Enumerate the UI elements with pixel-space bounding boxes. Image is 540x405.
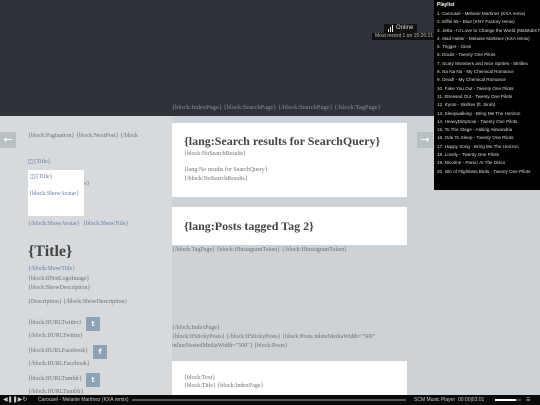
playlist-item[interactable]: 11. Stressed Out - Twenty One Pilots: [434, 93, 540, 101]
play-pause-icon[interactable]: ❚❚: [8, 397, 18, 403]
signal-icon: [388, 25, 393, 32]
logo-image-block: {block:IfNotLogoImage}: [28, 276, 90, 282]
title-image-broken: ◫{Title}: [28, 159, 51, 165]
playlist-item[interactable]: 5. Trigger - Gioni: [434, 43, 540, 51]
facebook-icon[interactable]: f: [93, 345, 107, 359]
playlist-item[interactable]: 9. Dead! - My Chemical Romance: [434, 76, 540, 84]
tag-card: {lang:Posts tagged Tag 2}: [172, 207, 407, 245]
no-results-end: {/block:NoSearchResults}: [184, 176, 248, 182]
pagination-text[interactable]: {block:Pagination} {block:NextPost} {/bl…: [28, 133, 138, 139]
playlist-item[interactable]: 10. Fake You Out - Twenty One Pilots: [434, 85, 540, 93]
twitter-icon[interactable]: t: [86, 317, 100, 331]
twitter-block-close: {/block:IfURLTwitter}: [28, 333, 84, 339]
playlist-item[interactable]: 17. Happy Song - Bring Me The Horizon: [434, 143, 540, 151]
playlist-item[interactable]: 19. Nicotine - Panic! At The Disco: [434, 159, 540, 167]
player-controls[interactable]: ◀❚❚▶↻: [3, 396, 27, 403]
tag-page-line: {/block:TagPage} {block:IfInstagramToken…: [172, 247, 347, 253]
playlist-item[interactable]: 16. Ode To Sleep - Twenty One Pilots: [434, 134, 540, 142]
post-title-block: {block:Title} {block:IndexPage}: [184, 383, 264, 389]
index-block-line1: {/block:IndexPage}: [172, 325, 220, 331]
repeat-icon[interactable]: ↻: [22, 397, 27, 403]
tumblr-block-open: {block:IfURLTumblr}: [28, 376, 82, 382]
post-text-block: {block:Text}: [184, 375, 216, 381]
playlist-panel: Playlist 1. Carousel - Melanie Martinez …: [434, 0, 540, 190]
blog-title[interactable]: {Title}: [28, 243, 72, 261]
player-brand[interactable]: SCM Music Player: [414, 397, 455, 403]
search-results-heading: {lang:Search results for SearchQuery}: [184, 134, 381, 148]
facebook-block-open: {block:IfURLFacebook}: [28, 348, 89, 354]
playlist-item[interactable]: 7. Scary Monsters and Nice Sprites - Skr…: [434, 60, 540, 68]
show-avatar-end: {/block:ShowAvatar} {block:ShowTitle}: [28, 221, 129, 227]
track-time: 00:00|03:01: [458, 397, 485, 403]
online-label: Online: [396, 25, 414, 31]
playlist-item[interactable]: 1. Carousel - Melanie Martinez (KXA remi…: [434, 10, 540, 18]
playlist-item[interactable]: 4. Mad Hatter - Melanie Martinez (KXA re…: [434, 35, 540, 43]
playlist-item[interactable]: 13. Sleepwalking - Bring Me The Horizon: [434, 110, 540, 118]
show-title-close: {/block:ShowTitle}: [28, 266, 76, 272]
playlist-item[interactable]: 6. Doubt - Twenty One Pilots: [434, 51, 540, 59]
prev-page-arrow-icon[interactable]: ←: [0, 132, 16, 148]
left-sidebar: [0, 116, 172, 398]
playlist-item[interactable]: 8. Na Na Na - My Chemical Romance: [434, 68, 540, 76]
playlist-item[interactable]: 3. Jetta - I'd Love to Change the World …: [434, 27, 540, 35]
overlap-label: e}: [84, 181, 90, 187]
volume-slider[interactable]: [495, 399, 521, 401]
volume-fill: [495, 399, 516, 401]
playlist-heading: Playlist: [437, 2, 455, 8]
music-player-bar: ◀❚❚▶↻ Carousel - Melanie Martinez (KXA r…: [0, 395, 540, 405]
twitter-block-open: {block:IfURLTwitter}: [28, 320, 82, 326]
playlist-item[interactable]: 2. Eiffel 65 - Blue (KNY Factory remix): [434, 18, 540, 26]
now-playing-title: Carousel - Melanie Martinez (KXA remix): [38, 397, 129, 403]
avatar-box[interactable]: ◫{Title} {block:ShowAvatar}: [28, 170, 84, 216]
online-counter[interactable]: Online: [384, 24, 418, 33]
track-progress-bar[interactable]: [132, 399, 406, 401]
tag-heading: {lang:Posts tagged Tag 2}: [184, 219, 314, 233]
playlist-item[interactable]: 20. Isle of Flightless Birds - Twenty On…: [434, 168, 540, 176]
playlist-item[interactable]: 18. Lovely - Twenty One Pilots: [434, 151, 540, 159]
playlist-list: 1. Carousel - Melanie Martinez (KXA remi…: [434, 10, 540, 176]
blog-description: {Description} {/block:ShowDescription}: [28, 299, 128, 305]
show-description-block: {block:ShowDescription}: [28, 285, 91, 291]
index-block-line3: inlineNestedMediaWidth="500"} {block:Pos…: [172, 343, 288, 349]
playlist-item[interactable]: 14. HeavyDirtySoul - Twenty One Pilots: [434, 118, 540, 126]
index-block-line2: {block:IfStickyPosts} {/block:IfStickyPo…: [172, 334, 376, 340]
tumblr-icon[interactable]: t: [86, 373, 100, 387]
post-card: {block:Text} {block:Title} {block:IndexP…: [172, 361, 407, 395]
no-results-block: {block:NoSearchResults}: [184, 151, 247, 157]
facebook-block-close: {/block:IfURLFacebook}: [28, 361, 90, 367]
no-results-text: {lang:No results for SearchQuery}: [184, 167, 268, 173]
search-results-card: {lang:Search results for SearchQuery} {b…: [172, 123, 407, 197]
playlist-item[interactable]: 12. Kyoto - Skrillex (ft. Sirah): [434, 101, 540, 109]
recent-visit-text: Most recent 1 on 15:26:21: [372, 33, 437, 40]
avatar-broken-image: ◫{Title}: [30, 174, 53, 180]
show-avatar-label: {block:ShowAvatar}: [29, 191, 80, 197]
next-page-arrow-icon[interactable]: →: [417, 132, 433, 148]
playlist-item[interactable]: 15. To The Stage - Asking Alexandria: [434, 126, 540, 134]
toggle-playlist-icon[interactable]: ☰: [526, 397, 530, 403]
top-template-line: {block:IndexPage} {block:SearchPage} {/b…: [172, 104, 381, 111]
